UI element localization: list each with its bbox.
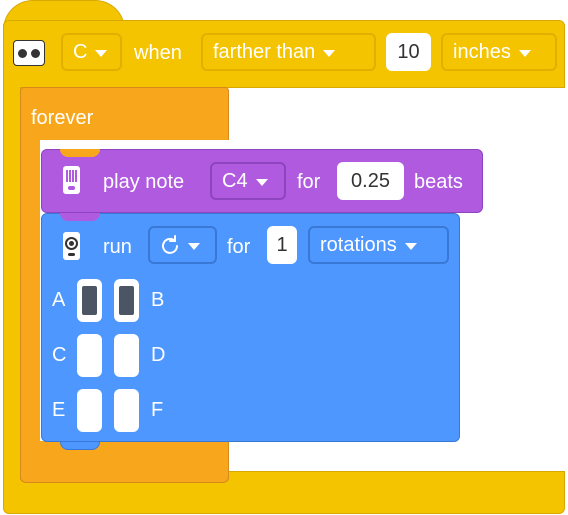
unit-dropdown-value: inches: [453, 40, 511, 63]
note-dropdown-value: C4: [222, 169, 248, 192]
port-toggle-b[interactable]: [114, 279, 139, 322]
chevron-down-icon: [404, 242, 417, 250]
hub-icon: [63, 166, 80, 194]
chevron-down-icon: [518, 49, 531, 57]
beats-input[interactable]: 0.25: [337, 162, 404, 200]
forever-block-foot: [20, 441, 229, 483]
direction-dropdown[interactable]: [148, 226, 217, 264]
for-label: for: [297, 171, 321, 193]
chevron-down-icon: [188, 242, 200, 250]
forever-label: forever: [31, 107, 94, 129]
port-toggle-d[interactable]: [114, 334, 139, 377]
note-dropdown[interactable]: C4: [210, 162, 286, 200]
chevron-down-icon: [255, 178, 268, 186]
port-dropdown-value: C: [73, 40, 88, 63]
port-label-b: B: [151, 289, 165, 311]
distance-sensor-icon: [13, 40, 45, 66]
chevron-down-icon: [323, 49, 336, 57]
port-toggle-f[interactable]: [114, 389, 139, 432]
block-notch: [60, 213, 100, 221]
port-toggle-a[interactable]: [77, 279, 102, 322]
port-label-d: D: [151, 344, 166, 366]
distance-input[interactable]: 10: [386, 33, 431, 71]
condition-dropdown[interactable]: farther than: [201, 33, 376, 71]
rotate-clockwise-icon: [162, 235, 178, 254]
beats-label: beats: [414, 171, 463, 193]
rotation-unit-dropdown[interactable]: rotations: [308, 226, 449, 264]
chevron-down-icon: [95, 49, 108, 57]
unit-dropdown[interactable]: inches: [441, 33, 557, 71]
port-toggle-c[interactable]: [77, 334, 102, 377]
block-notch: [60, 149, 100, 157]
condition-dropdown-value: farther than: [213, 40, 316, 63]
run-label: run: [103, 236, 132, 258]
amount-input[interactable]: 1: [267, 226, 297, 264]
port-label-e: E: [52, 399, 66, 421]
block-tab: [60, 442, 100, 450]
port-label-f: F: [151, 399, 164, 421]
port-label-a: A: [52, 289, 66, 311]
play-note-label: play note: [103, 171, 185, 193]
port-toggle-e[interactable]: [77, 389, 102, 432]
port-dropdown[interactable]: C: [61, 33, 122, 71]
rotation-unit-dropdown-value: rotations: [320, 233, 397, 256]
for-label: for: [227, 236, 251, 258]
motor-icon: [63, 232, 80, 260]
port-label-c: C: [52, 344, 67, 366]
when-label: when: [134, 42, 182, 64]
